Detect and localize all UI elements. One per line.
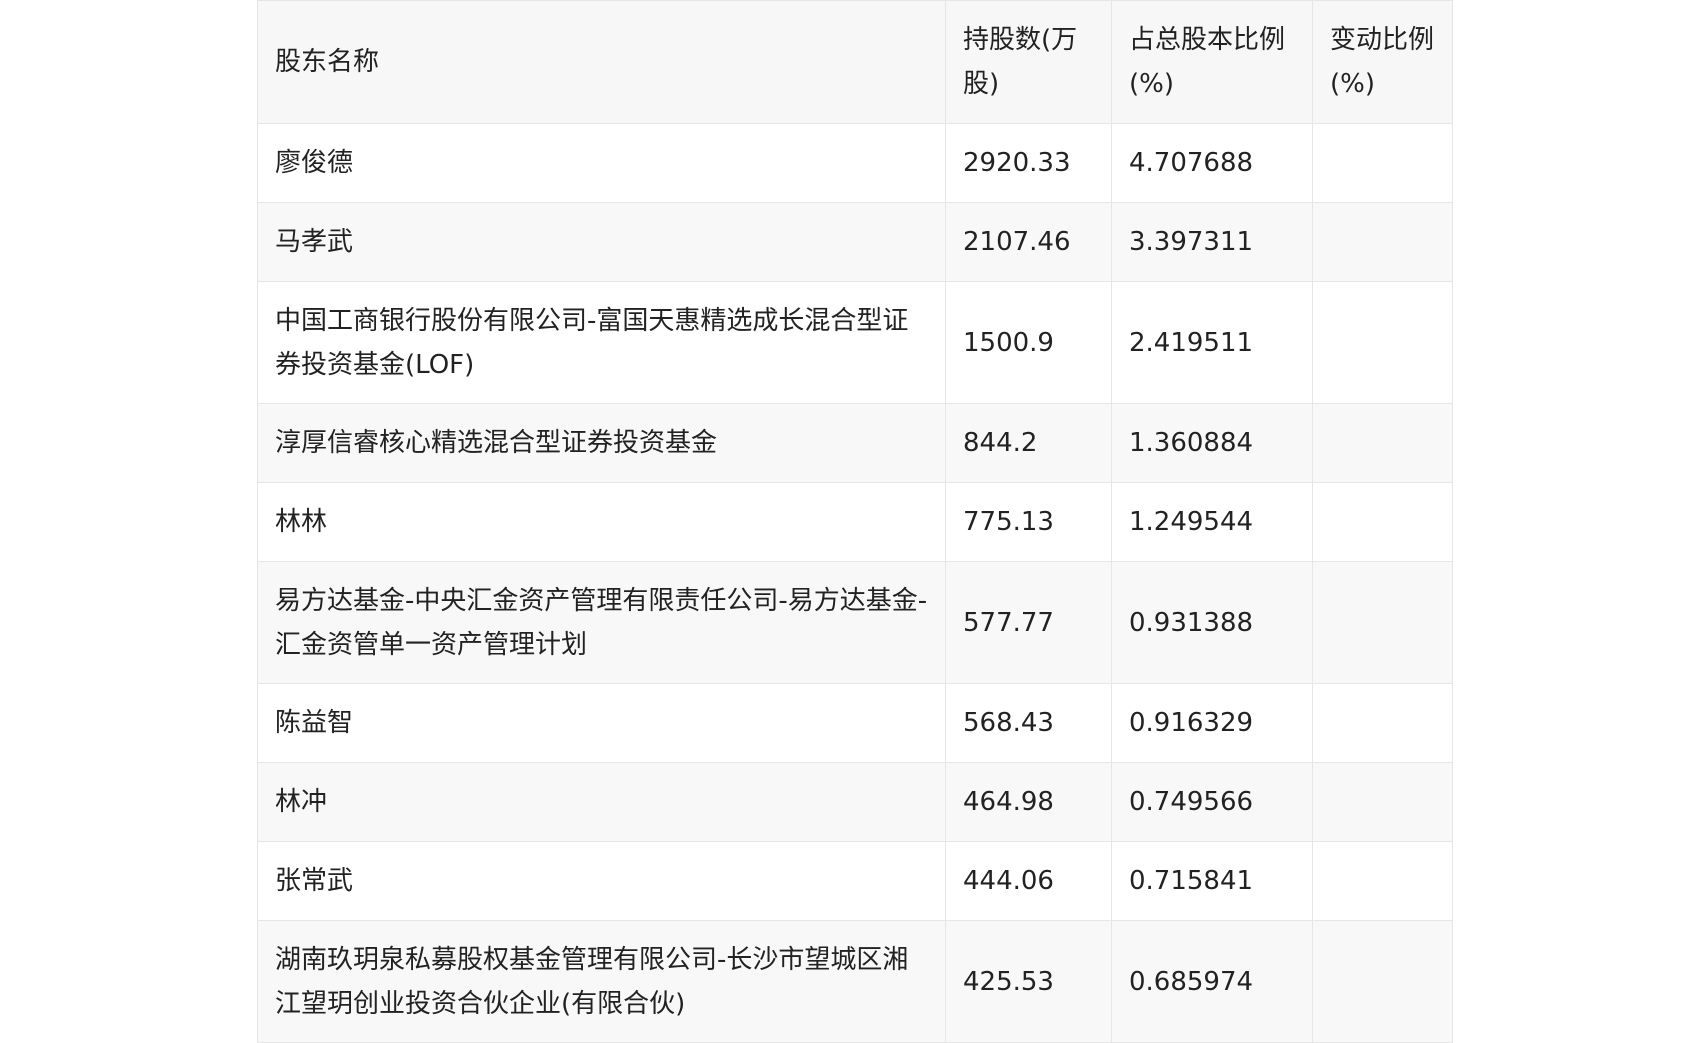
header-shareholder-name: 股东名称 (257, 0, 946, 124)
cell-change (1312, 920, 1453, 1043)
table-row: 湖南玖玥泉私募股权基金管理有限公司-长沙市望城区湘江望玥创业投资合伙企业(有限合… (257, 920, 1453, 1043)
cell-shareholder-name: 林冲 (257, 762, 946, 842)
cell-shares: 2107.46 (945, 202, 1112, 282)
cell-change (1312, 683, 1453, 763)
table-row: 廖俊德 2920.33 4.707688 (257, 123, 1453, 203)
table-row: 张常武 444.06 0.715841 (257, 841, 1453, 921)
cell-change (1312, 561, 1453, 684)
table-row: 林冲 464.98 0.749566 (257, 762, 1453, 842)
cell-ratio: 4.707688 (1111, 123, 1313, 203)
cell-shareholder-name: 廖俊德 (257, 123, 946, 203)
table-row: 中国工商银行股份有限公司-富国天惠精选成长混合型证券投资基金(LOF) 1500… (257, 281, 1453, 404)
cell-shareholder-name: 中国工商银行股份有限公司-富国天惠精选成长混合型证券投资基金(LOF) (257, 281, 946, 404)
cell-ratio: 3.397311 (1111, 202, 1313, 282)
cell-change (1312, 281, 1453, 404)
cell-change (1312, 762, 1453, 842)
cell-shares: 1500.9 (945, 281, 1112, 404)
cell-ratio: 0.916329 (1111, 683, 1313, 763)
header-shares: 持股数(万股) (945, 0, 1112, 124)
cell-shareholder-name: 马孝武 (257, 202, 946, 282)
table-row: 淳厚信睿核心精选混合型证券投资基金 844.2 1.360884 (257, 403, 1453, 483)
cell-shareholder-name: 易方达基金-中央汇金资产管理有限责任公司-易方达基金-汇金资管单一资产管理计划 (257, 561, 946, 684)
cell-change (1312, 403, 1453, 483)
cell-shares: 568.43 (945, 683, 1112, 763)
cell-change (1312, 123, 1453, 203)
shareholder-table-container: 股东名称 持股数(万股) 占总股本比例(%) 变动比例(%) 廖俊德 2920.… (257, 0, 1453, 1043)
cell-shares: 2920.33 (945, 123, 1112, 203)
cell-change (1312, 202, 1453, 282)
cell-shareholder-name: 湖南玖玥泉私募股权基金管理有限公司-长沙市望城区湘江望玥创业投资合伙企业(有限合… (257, 920, 946, 1043)
cell-shares: 844.2 (945, 403, 1112, 483)
cell-shares: 464.98 (945, 762, 1112, 842)
cell-ratio: 0.685974 (1111, 920, 1313, 1043)
cell-ratio: 0.715841 (1111, 841, 1313, 921)
cell-ratio: 1.360884 (1111, 403, 1313, 483)
cell-ratio: 2.419511 (1111, 281, 1313, 404)
cell-ratio: 0.749566 (1111, 762, 1313, 842)
header-ratio: 占总股本比例(%) (1111, 0, 1313, 124)
cell-shares: 577.77 (945, 561, 1112, 684)
table-row: 易方达基金-中央汇金资产管理有限责任公司-易方达基金-汇金资管单一资产管理计划 … (257, 561, 1453, 684)
cell-shareholder-name: 张常武 (257, 841, 946, 921)
table-row: 林林 775.13 1.249544 (257, 482, 1453, 562)
cell-shares: 425.53 (945, 920, 1112, 1043)
cell-shareholder-name: 淳厚信睿核心精选混合型证券投资基金 (257, 403, 946, 483)
cell-ratio: 1.249544 (1111, 482, 1313, 562)
table-row: 马孝武 2107.46 3.397311 (257, 202, 1453, 282)
cell-change (1312, 841, 1453, 921)
table-row: 陈益智 568.43 0.916329 (257, 683, 1453, 763)
cell-shareholder-name: 陈益智 (257, 683, 946, 763)
header-change: 变动比例(%) (1312, 0, 1453, 124)
cell-change (1312, 482, 1453, 562)
cell-shares: 775.13 (945, 482, 1112, 562)
table-header-row: 股东名称 持股数(万股) 占总股本比例(%) 变动比例(%) (257, 0, 1453, 124)
cell-shareholder-name: 林林 (257, 482, 946, 562)
cell-shares: 444.06 (945, 841, 1112, 921)
cell-ratio: 0.931388 (1111, 561, 1313, 684)
shareholder-table: 股东名称 持股数(万股) 占总股本比例(%) 变动比例(%) 廖俊德 2920.… (257, 0, 1453, 1043)
